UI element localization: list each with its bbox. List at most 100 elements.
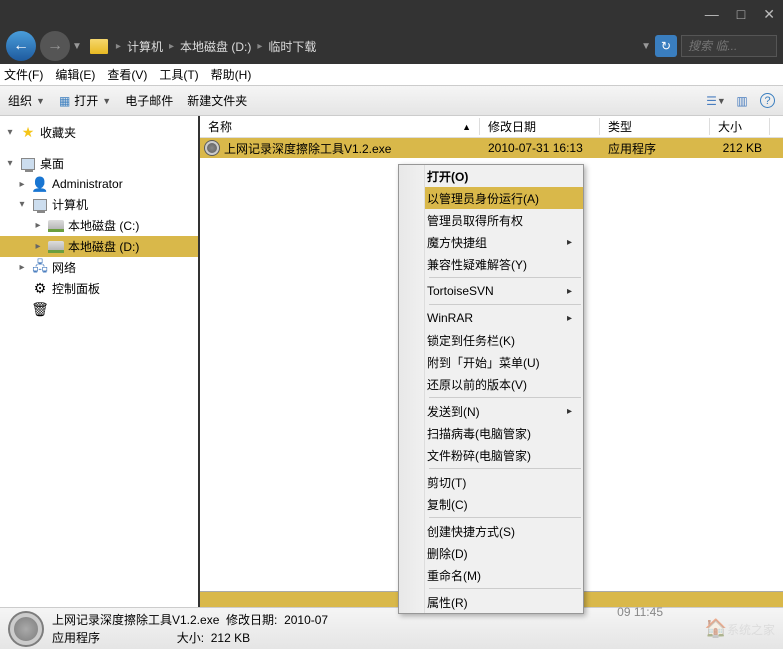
preview-pane-icon[interactable]: ▥	[734, 93, 750, 109]
menu-tools[interactable]: 工具(T)	[159, 66, 198, 83]
chevron-right-icon: ▸	[567, 286, 583, 297]
ctx-send-to[interactable]: 发送到(N)▸	[399, 400, 583, 422]
star-icon: ★	[20, 125, 36, 141]
chevron-right-icon: ▸	[257, 41, 262, 52]
menu-bar: 文件(F) 编辑(E) 查看(V) 工具(T) 帮助(H)	[0, 64, 783, 86]
expand-icon[interactable]: ▸	[32, 220, 44, 231]
search-input[interactable]	[681, 35, 777, 57]
navigation-bar: ← → ▼ ▸ 计算机 ▸ 本地磁盘 (D:) ▸ 临时下载 ▼ ↻	[0, 28, 783, 64]
ctx-mofang[interactable]: ▦魔方快捷组▸	[399, 231, 583, 253]
ctx-scan-virus[interactable]: ✓扫描病毒(电脑管家)	[399, 422, 583, 444]
main-area: ▾ ★ 收藏夹 ▾ 桌面 ▸ 👤 Administrator ▾ 计算机 ▸	[0, 116, 783, 607]
minimize-button[interactable]: —	[705, 6, 719, 22]
maximize-button[interactable]: □	[737, 6, 745, 22]
ctx-cut[interactable]: 剪切(T)	[399, 471, 583, 493]
exe-icon	[204, 140, 220, 156]
collapse-icon[interactable]: ▾	[4, 127, 16, 138]
breadcrumb[interactable]: ▸ 计算机 ▸ 本地磁盘 (D:) ▸ 临时下载	[116, 38, 639, 55]
organize-button[interactable]: 组织▼	[8, 92, 45, 109]
recycle-icon: 🗑	[32, 301, 48, 317]
breadcrumb-item[interactable]: 计算机	[127, 38, 163, 55]
open-button[interactable]: ▦打开▼	[59, 92, 111, 109]
tree-label: 本地磁盘 (D:)	[68, 238, 139, 255]
sidebar-item-favorites[interactable]: ▾ ★ 收藏夹	[0, 122, 198, 143]
ctx-properties[interactable]: 属性(R)	[399, 591, 583, 613]
column-headers: 名称▲ 修改日期 类型 大小	[200, 116, 783, 138]
disk-icon	[48, 239, 64, 255]
tree-label: 网络	[52, 259, 76, 276]
file-row[interactable]: 上网记录深度擦除工具V1.2.exe 2010-07-31 16:13 应用程序…	[200, 138, 783, 158]
sidebar-item-network[interactable]: ▸ 🖧 网络	[0, 257, 198, 278]
new-folder-button[interactable]: 新建文件夹	[187, 92, 247, 109]
sidebar-item-administrator[interactable]: ▸ 👤 Administrator	[0, 174, 198, 194]
menu-help[interactable]: 帮助(H)	[211, 66, 252, 83]
toolbar: 组织▼ ▦打开▼ 电子邮件 新建文件夹 ☰ ▼ ▥ ?	[0, 86, 783, 116]
ctx-pin-taskbar[interactable]: 锁定到任务栏(K)	[399, 329, 583, 351]
close-button[interactable]: ✕	[763, 6, 775, 23]
breadcrumb-item[interactable]: 临时下载	[268, 38, 316, 55]
column-header-name[interactable]: 名称▲	[200, 118, 480, 135]
view-options-icon[interactable]: ☰ ▼	[708, 93, 724, 109]
column-header-size[interactable]: 大小	[710, 118, 770, 135]
ctx-restore-prev[interactable]: 还原以前的版本(V)	[399, 373, 583, 395]
status-bar: 上网记录深度擦除工具V1.2.exe 修改日期: 2010-07 应用程序 大小…	[0, 607, 783, 649]
tree-label: 计算机	[52, 196, 88, 213]
ctx-compat[interactable]: 兼容性疑难解答(Y)	[399, 253, 583, 275]
history-dropdown-icon[interactable]: ▼	[72, 41, 82, 52]
context-menu: 打开(O) 🛡以管理员身份运行(A) 管理员取得所有权 ▦魔方快捷组▸ 兼容性疑…	[398, 164, 584, 614]
file-size: 212 KB	[710, 141, 770, 155]
explorer-window: — □ ✕ ← → ▼ ▸ 计算机 ▸ 本地磁盘 (D:) ▸ 临时下载 ▼ ↻…	[0, 0, 783, 645]
ctx-take-ownership[interactable]: 管理员取得所有权	[399, 209, 583, 231]
chevron-right-icon: ▸	[169, 41, 174, 52]
email-button[interactable]: 电子邮件	[125, 92, 173, 109]
file-date: 2010-07-31 16:13	[480, 141, 600, 155]
refresh-button[interactable]: ↻	[655, 35, 677, 57]
tree-label: 桌面	[40, 155, 64, 172]
titlebar: — □ ✕	[0, 0, 783, 28]
sidebar-item-disk-d[interactable]: ▸ 本地磁盘 (D:)	[0, 236, 198, 257]
ctx-run-as-admin[interactable]: 🛡以管理员身份运行(A)	[399, 187, 583, 209]
separator	[429, 397, 581, 398]
expand-icon[interactable]: ▸	[16, 179, 28, 190]
expand-icon[interactable]: ▸	[16, 262, 28, 273]
collapse-icon[interactable]: ▾	[16, 199, 28, 210]
sidebar-item-computer[interactable]: ▾ 计算机	[0, 194, 198, 215]
ctx-rename[interactable]: 重命名(M)	[399, 564, 583, 586]
navigation-tree: ▾ ★ 收藏夹 ▾ 桌面 ▸ 👤 Administrator ▾ 计算机 ▸	[0, 116, 200, 607]
menu-edit[interactable]: 编辑(E)	[55, 66, 95, 83]
separator	[429, 277, 581, 278]
ctx-open[interactable]: 打开(O)	[399, 165, 583, 187]
sidebar-item-desktop[interactable]: ▾ 桌面	[0, 153, 198, 174]
tree-label: 收藏夹	[40, 124, 76, 141]
column-header-type[interactable]: 类型	[600, 118, 710, 135]
breadcrumb-item[interactable]: 本地磁盘 (D:)	[180, 38, 251, 55]
column-header-date[interactable]: 修改日期	[480, 118, 600, 135]
menu-file[interactable]: 文件(F)	[4, 66, 43, 83]
sidebar-item-control-panel[interactable]: ⚙ 控制面板	[0, 278, 198, 299]
folder-icon	[90, 39, 108, 54]
separator	[429, 517, 581, 518]
ctx-winrar[interactable]: 📚WinRAR▸	[399, 307, 583, 329]
ctx-pin-start[interactable]: 附到「开始」菜单(U)	[399, 351, 583, 373]
forward-button[interactable]: →	[40, 31, 70, 61]
expand-icon[interactable]: ▸	[32, 241, 44, 252]
ctx-copy[interactable]: 复制(C)	[399, 493, 583, 515]
computer-icon	[32, 197, 48, 213]
chevron-down-icon[interactable]: ▼	[641, 41, 651, 52]
collapse-icon[interactable]: ▾	[4, 158, 16, 169]
status-date-tail: 09 11:45	[617, 605, 663, 619]
ctx-shortcut[interactable]: 创建快捷方式(S)	[399, 520, 583, 542]
sidebar-item-disk-c[interactable]: ▸ 本地磁盘 (C:)	[0, 215, 198, 236]
menu-view[interactable]: 查看(V)	[107, 66, 147, 83]
chevron-right-icon: ▸	[567, 406, 583, 417]
help-icon[interactable]: ?	[760, 93, 775, 108]
back-button[interactable]: ←	[6, 31, 36, 61]
disk-icon	[48, 218, 64, 234]
ctx-shred[interactable]: ✕文件粉碎(电脑管家)	[399, 444, 583, 466]
chevron-right-icon: ▸	[116, 41, 121, 52]
desktop-icon	[20, 156, 36, 172]
sidebar-item-recycle[interactable]: 🗑	[0, 299, 198, 319]
ctx-tortoisesvn[interactable]: 🐢TortoiseSVN▸	[399, 280, 583, 302]
ctx-delete[interactable]: 删除(D)	[399, 542, 583, 564]
file-type: 应用程序	[600, 140, 710, 157]
